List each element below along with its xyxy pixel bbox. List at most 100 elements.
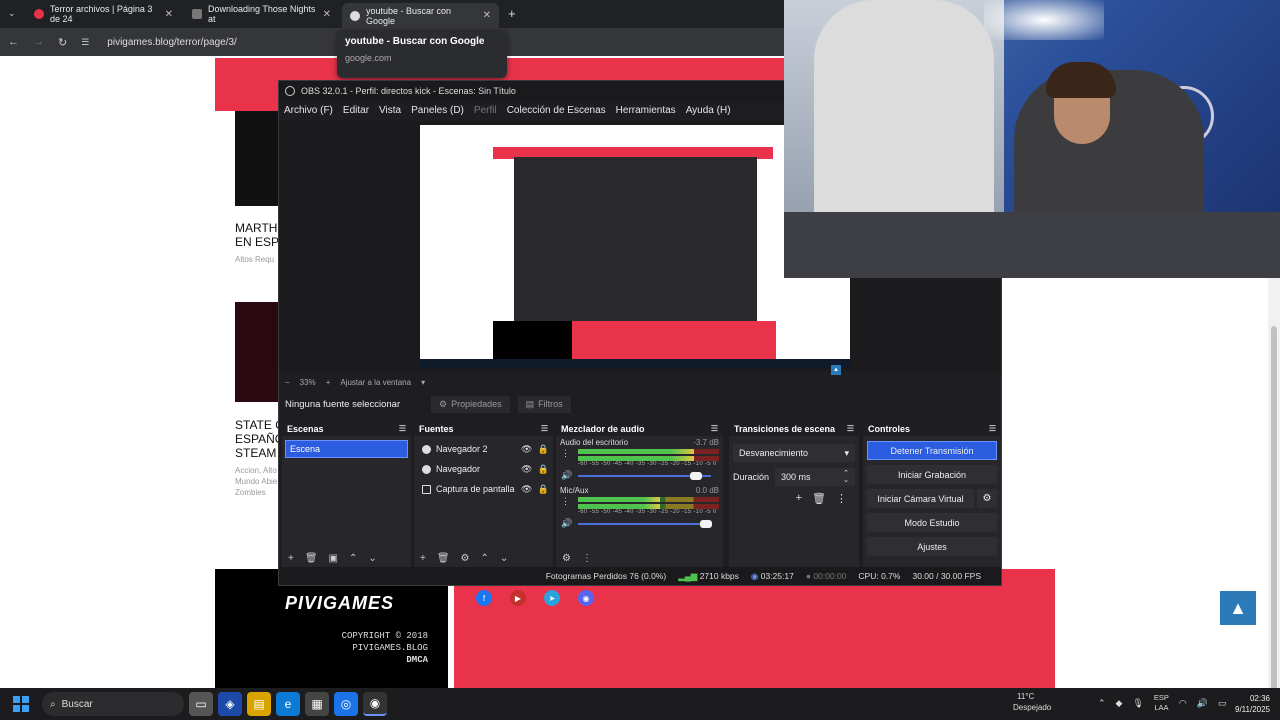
forward-icon[interactable]: → bbox=[33, 36, 44, 48]
site-info-icon[interactable]: ☰ bbox=[81, 37, 89, 48]
gear-icon[interactable]: ⚙ bbox=[977, 489, 997, 508]
more-options-icon[interactable]: ⋮ bbox=[836, 492, 847, 505]
record-time: 00:00:00 bbox=[813, 571, 847, 581]
move-up-icon[interactable]: ⌃ bbox=[349, 553, 357, 564]
trash-icon[interactable]: 🗑 bbox=[812, 492, 826, 505]
chrome-icon[interactable]: ◎ bbox=[334, 692, 358, 716]
volume-slider[interactable] bbox=[578, 520, 719, 528]
menu-ayuda[interactable]: Ayuda (H) bbox=[686, 105, 731, 116]
zoom-out-button[interactable]: − bbox=[285, 378, 290, 387]
lock-icon[interactable]: 🔒 bbox=[537, 444, 548, 455]
language-indicator[interactable]: ESP LAA bbox=[1154, 693, 1169, 713]
reload-icon[interactable]: ↻ bbox=[58, 36, 67, 49]
tab-search-icon[interactable]: ⌄ bbox=[8, 8, 16, 19]
tab-terror[interactable]: Terror archivos | Página 3 de 24 ✕ bbox=[26, 4, 181, 24]
menu-herramientas[interactable]: Herramientas bbox=[616, 105, 676, 116]
filter-icon[interactable]: ▣ bbox=[329, 553, 338, 564]
facebook-icon[interactable]: f bbox=[476, 590, 492, 606]
store-icon[interactable]: ▦ bbox=[305, 692, 329, 716]
dock-menu-icon[interactable]: ☰ bbox=[711, 424, 718, 433]
source-item[interactable]: Navegador 2 👁 🔒 bbox=[414, 439, 553, 459]
menu-archivo[interactable]: Archivo (F) bbox=[284, 105, 333, 116]
move-up-icon[interactable]: ⌃ bbox=[481, 553, 489, 564]
gear-icon[interactable]: ⚙ bbox=[461, 553, 470, 564]
scene-item[interactable]: Escena bbox=[285, 440, 408, 458]
address-bar[interactable]: pivigames.blog/terror/page/3/ bbox=[107, 37, 237, 48]
lock-icon[interactable]: 🔒 bbox=[537, 464, 548, 475]
spin-arrows-icon[interactable]: ⌃ ⌄ bbox=[843, 470, 849, 484]
dock-menu-icon[interactable]: ☰ bbox=[989, 424, 996, 433]
chevron-down-icon[interactable]: ▾ bbox=[421, 378, 425, 387]
menu-editar[interactable]: Editar bbox=[343, 105, 369, 116]
volume-icon[interactable]: 🔊 bbox=[1197, 698, 1208, 709]
telegram-icon[interactable]: ➤ bbox=[544, 590, 560, 606]
zoom-in-button[interactable]: + bbox=[326, 378, 331, 387]
duration-spinbox[interactable]: 300 ms ⌃ ⌄ bbox=[775, 468, 855, 486]
back-icon[interactable]: ← bbox=[8, 36, 19, 48]
tab-downloading[interactable]: Downloading Those Nights at ✕ bbox=[184, 4, 339, 24]
zoom-fit-select[interactable]: Ajustar a la ventana bbox=[340, 378, 411, 387]
volume-knob[interactable] bbox=[700, 520, 712, 528]
menu-coleccion[interactable]: Colección de Escenas bbox=[507, 105, 606, 116]
dock-menu-icon[interactable]: ☰ bbox=[847, 424, 854, 433]
advanced-audio-gear-icon[interactable]: ⚙ bbox=[562, 553, 571, 564]
move-down-icon[interactable]: ⌄ bbox=[500, 553, 508, 564]
obs-taskbar-icon[interactable]: ◉ bbox=[363, 692, 387, 716]
scrollbar-thumb[interactable] bbox=[1271, 326, 1277, 716]
transition-select[interactable]: Desvanecimiento ▾ bbox=[733, 444, 855, 462]
more-options-icon[interactable]: ⋮ bbox=[561, 496, 570, 507]
chevron-up-icon[interactable]: ⌃ bbox=[1098, 698, 1106, 709]
new-tab-button[interactable]: + bbox=[508, 6, 516, 21]
add-icon[interactable]: + bbox=[288, 553, 294, 564]
task-view-icon[interactable]: ▭ bbox=[189, 692, 213, 716]
volume-knob[interactable] bbox=[690, 472, 702, 480]
preview-zoom-bar: − 33% + Ajustar a la ventana ▾ bbox=[279, 374, 1001, 390]
stop-stream-button[interactable]: Detener Transmisión bbox=[867, 441, 997, 460]
speaker-icon[interactable]: 🔊 bbox=[561, 470, 572, 481]
trash-icon[interactable]: 🗑 bbox=[305, 553, 318, 564]
visibility-eye-icon[interactable]: 👁 bbox=[521, 444, 532, 455]
menu-paneles[interactable]: Paneles (D) bbox=[411, 105, 464, 116]
dock-menu-icon[interactable]: ☰ bbox=[399, 424, 406, 433]
taskbar-clock[interactable]: 02:36 9/11/2025 bbox=[1226, 693, 1270, 715]
weather-widget[interactable]: 11°C Despejado bbox=[995, 691, 1051, 713]
source-item[interactable]: Navegador 👁 🔒 bbox=[414, 459, 553, 479]
virtual-camera-button[interactable]: Iniciar Cámara Virtual bbox=[867, 489, 974, 508]
more-options-icon[interactable]: ⋮ bbox=[561, 448, 570, 459]
trash-icon[interactable]: 🗑 bbox=[437, 553, 450, 564]
copilot-icon[interactable]: ◈ bbox=[218, 692, 242, 716]
volume-slider[interactable] bbox=[578, 472, 719, 480]
filters-button[interactable]: ▤ Filtros bbox=[517, 395, 571, 413]
visibility-eye-icon[interactable]: 👁 bbox=[521, 484, 532, 495]
tab-close-icon[interactable]: ✕ bbox=[323, 9, 331, 20]
add-icon[interactable]: + bbox=[796, 492, 802, 505]
speaker-icon[interactable]: 🔊 bbox=[561, 518, 572, 529]
wifi-icon[interactable]: ◠ bbox=[1179, 698, 1187, 709]
tab-close-icon[interactable]: ✕ bbox=[483, 10, 491, 21]
network-app-icon[interactable]: ◆ bbox=[1116, 698, 1123, 709]
menu-vista[interactable]: Vista bbox=[379, 105, 401, 116]
menu-perfil[interactable]: Perfil bbox=[474, 105, 497, 116]
add-icon[interactable]: + bbox=[420, 553, 426, 564]
tab-close-icon[interactable]: ✕ bbox=[165, 9, 173, 20]
properties-button[interactable]: ⚙ Propiedades bbox=[431, 395, 510, 413]
dmca-link[interactable]: DMCA bbox=[264, 654, 428, 666]
source-item[interactable]: Captura de pantalla 👁 🔒 bbox=[414, 479, 553, 499]
move-down-icon[interactable]: ⌄ bbox=[368, 553, 376, 564]
youtube-icon[interactable]: ▶ bbox=[510, 590, 526, 606]
start-recording-button[interactable]: Iniciar Grabación bbox=[867, 465, 997, 484]
windows-start-icon[interactable] bbox=[10, 693, 32, 715]
visibility-eye-icon[interactable]: 👁 bbox=[521, 464, 532, 475]
more-options-icon[interactable]: ⋮ bbox=[582, 553, 592, 564]
taskbar-search[interactable]: ⌕ Buscar bbox=[42, 692, 184, 716]
studio-mode-button[interactable]: Modo Estudio bbox=[867, 513, 997, 532]
microphone-icon[interactable]: 🎙 bbox=[1132, 698, 1143, 709]
file-explorer-icon[interactable]: ▤ bbox=[247, 692, 271, 716]
settings-button[interactable]: Ajustes bbox=[867, 537, 997, 556]
dock-menu-icon[interactable]: ☰ bbox=[541, 424, 548, 433]
tab-youtube-search[interactable]: youtube - Buscar con Google ✕ bbox=[342, 3, 499, 28]
edge-icon[interactable]: e bbox=[276, 692, 300, 716]
scroll-to-top-button[interactable]: ▲ bbox=[1220, 591, 1256, 625]
lock-icon[interactable]: 🔒 bbox=[537, 484, 548, 495]
discord-icon[interactable]: ◉ bbox=[578, 590, 594, 606]
